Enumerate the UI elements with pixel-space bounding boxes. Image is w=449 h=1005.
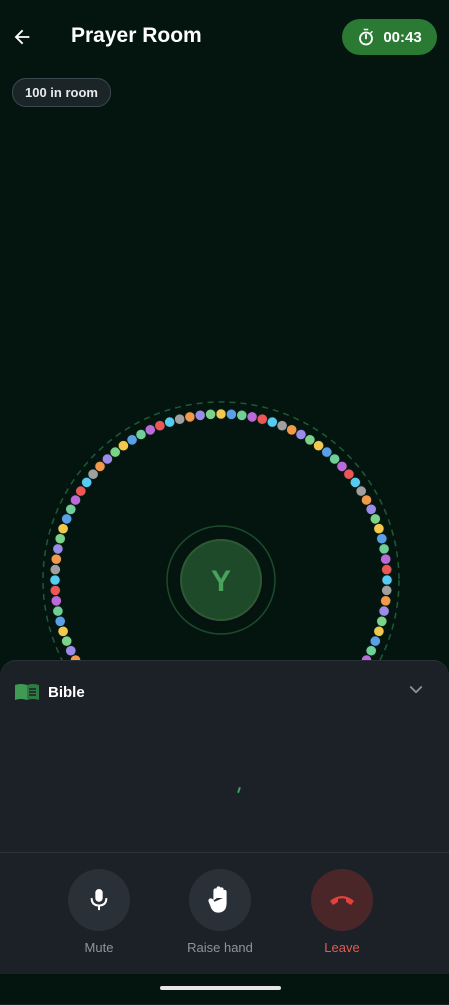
participant-avatar[interactable] [154, 419, 166, 432]
phone-hangup-icon [330, 896, 354, 905]
raise-hand-label: Raise hand [187, 940, 253, 955]
participant-avatar[interactable] [215, 408, 227, 420]
room-count-badge: 100 in room [12, 78, 111, 107]
mute-button[interactable] [68, 869, 130, 931]
participants-circle: Y [0, 390, 449, 759]
collapse-button[interactable] [407, 681, 425, 704]
participant-avatar[interactable] [50, 553, 63, 565]
mute-control: Mute [49, 869, 149, 955]
participant-avatar[interactable] [225, 408, 238, 421]
leave-control: Leave [292, 869, 392, 955]
sheet-divider [0, 852, 449, 853]
call-controls: Mute Raise hand Leave [0, 869, 449, 959]
page-title: Prayer Room [71, 24, 202, 47]
participant-avatar[interactable] [60, 635, 73, 647]
arrow-left-icon [14, 29, 30, 45]
participant-avatar[interactable] [60, 513, 73, 525]
participant-avatar[interactable] [369, 513, 382, 525]
participant-avatar[interactable] [57, 625, 69, 638]
home-indicator[interactable] [160, 986, 281, 990]
participant-avatar[interactable] [57, 522, 69, 535]
participant-avatar[interactable] [54, 615, 67, 628]
participant-avatar[interactable] [369, 635, 382, 647]
microphone-icon [90, 889, 108, 911]
participant-avatar[interactable] [163, 416, 176, 428]
participant-avatar[interactable] [194, 409, 206, 422]
raise-hand-button[interactable] [189, 869, 251, 931]
participant-avatar[interactable] [236, 409, 248, 422]
call-timer: 00:43 [342, 19, 437, 55]
self-avatar-letter: Y [211, 565, 231, 598]
participant-avatar[interactable] [376, 615, 388, 628]
participant-avatar[interactable] [378, 605, 390, 617]
sheet-header[interactable]: Bible [14, 681, 85, 703]
leave-button[interactable] [311, 869, 373, 931]
participant-avatar[interactable] [373, 522, 385, 535]
participant-avatar[interactable] [144, 424, 157, 436]
participant-avatar[interactable] [49, 563, 62, 576]
participant-avatar[interactable] [379, 595, 392, 607]
participant-avatar[interactable] [50, 595, 63, 607]
participant-avatar[interactable] [378, 543, 390, 555]
leave-label: Leave [324, 940, 360, 955]
mute-label: Mute [84, 940, 114, 955]
participant-avatar[interactable] [246, 411, 258, 423]
participant-avatar[interactable] [52, 605, 64, 617]
loading-indicator [237, 786, 241, 794]
raise-hand-control: Raise hand [170, 869, 270, 955]
book-icon [15, 684, 39, 700]
stopwatch-icon [359, 28, 374, 46]
top-bar: Prayer Room 00:43 [0, 0, 449, 76]
participant-avatar[interactable] [381, 574, 393, 586]
participant-avatar[interactable] [49, 584, 62, 597]
participant-avatar[interactable] [365, 503, 378, 516]
participant-avatar[interactable] [380, 584, 393, 597]
participant-avatar[interactable] [373, 625, 385, 638]
back-button[interactable] [8, 22, 36, 52]
participant-avatar[interactable] [379, 553, 392, 565]
participant-avatar[interactable] [256, 413, 269, 426]
participant-avatar[interactable] [49, 574, 61, 586]
participant-avatar[interactable] [65, 644, 77, 657]
participant-avatar[interactable] [173, 413, 186, 426]
participant-avatar[interactable] [276, 419, 288, 432]
participant-avatar[interactable] [266, 416, 279, 428]
participant-avatar[interactable] [54, 532, 67, 545]
participant-avatar[interactable] [52, 543, 64, 555]
sheet-title: Bible [48, 683, 85, 701]
timer-text: 00:43 [383, 28, 422, 46]
hand-icon [208, 886, 227, 913]
chevron-down-icon [409, 686, 423, 694]
participant-avatar[interactable] [380, 563, 393, 576]
bottom-sheet: Bible Mute Raise hand Leave [0, 660, 449, 1005]
participant-avatar[interactable] [376, 532, 388, 545]
participant-avatar[interactable] [204, 408, 217, 421]
participant-avatar[interactable] [184, 411, 196, 423]
participants-ring: Y [42, 401, 400, 759]
